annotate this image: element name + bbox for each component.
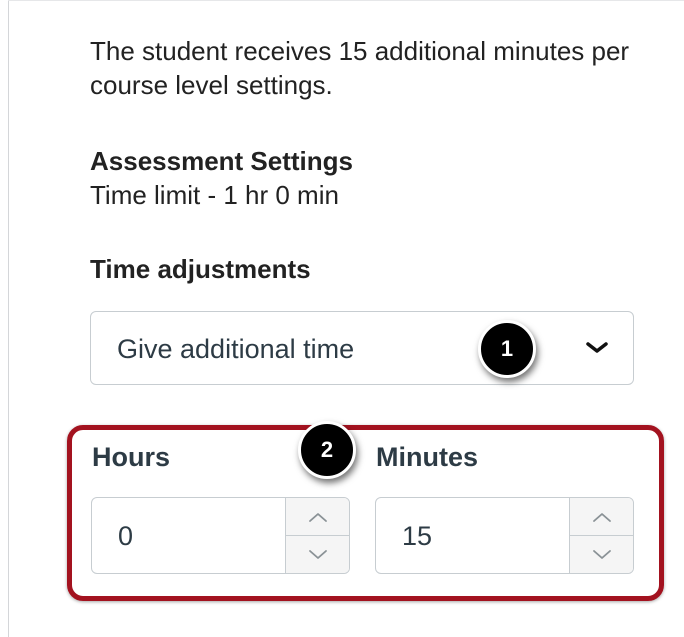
time-adjustments-label: Time adjustments [90, 254, 311, 284]
hours-decrement-button[interactable] [286, 536, 349, 573]
panel-top-border [8, 0, 684, 1]
minutes-decrement-button[interactable] [570, 536, 633, 573]
time-adjustment-panel: The student receives 15 additional minut… [0, 0, 684, 637]
minutes-input-value: 15 [402, 521, 433, 551]
chevron-down-icon [308, 549, 327, 559]
minutes-increment-button[interactable] [570, 498, 633, 536]
hours-label: Hours [92, 442, 171, 472]
chevron-up-icon [592, 512, 611, 522]
minutes-stepper [569, 498, 633, 573]
chevron-up-icon [308, 512, 327, 522]
minutes-label: Minutes [376, 442, 479, 472]
hours-input-value: 0 [118, 521, 134, 551]
time-adjustments-selected-value: Give additional time [117, 334, 355, 364]
hours-input[interactable]: 0 [91, 497, 350, 574]
panel-left-border [8, 0, 9, 637]
callout-badge-2: 2 [298, 421, 356, 479]
course-level-info-text: The student receives 15 additional minut… [90, 36, 630, 100]
time-adjustments-select[interactable]: Give additional time [90, 311, 634, 385]
time-limit-text: Time limit - 1 hr 0 min [90, 180, 339, 210]
callout-badge-1: 1 [478, 320, 536, 378]
chevron-down-icon [586, 342, 608, 353]
assessment-settings-heading: Assessment Settings [90, 146, 353, 176]
minutes-input[interactable]: 15 [375, 497, 634, 574]
hours-increment-button[interactable] [286, 498, 349, 536]
chevron-down-icon [592, 549, 611, 559]
hours-stepper [285, 498, 349, 573]
